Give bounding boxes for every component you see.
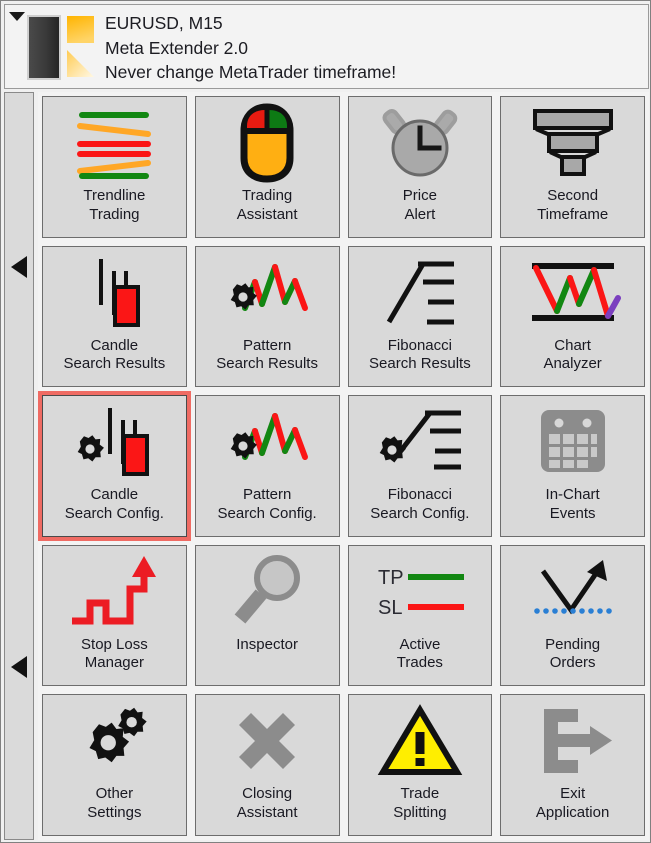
mouse-icon [196,97,339,187]
tile-label: Fibonacci Search Results [369,336,471,373]
gear-zigzag-icon [196,247,339,337]
header-text-block: EURUSD, M15 Meta Extender 2.0 Never chan… [105,11,396,85]
tile-second-timeframe[interactable]: Second Timeframe [496,92,649,242]
tile-pattern-search-config[interactable]: Pattern Search Config. [191,391,344,541]
tile-active-trades[interactable]: TP SL Active Trades [344,541,497,691]
alarm-clock-icon [349,97,492,187]
header-warning-text: Never change MetaTrader timeframe! [105,62,397,82]
triangle-left-icon[interactable] [11,256,27,278]
tile-label: Trading Assistant [236,187,298,223]
meta-extender-panel: EURUSD, M15 Meta Extender 2.0 Never chan… [0,0,651,843]
left-scroll-sidebar[interactable] [4,92,34,840]
tile-label: Candle Search Results [63,336,166,373]
pending-arrow-icon [501,546,644,636]
magnifier-icon [196,546,339,636]
tile-trade-splitting[interactable]: Trade Splitting [344,690,497,840]
tile-label: Active Trades [396,635,443,672]
tile-label: Inspector [236,635,298,653]
tile-label: Trendline Trading [83,187,146,223]
tile-stop-loss-manager[interactable]: Stop Loss Manager [38,541,191,691]
meta-extender-logo [23,12,95,80]
tile-label: Chart Analyzer [543,336,602,373]
tile-pattern-search-results[interactable]: Pattern Search Results [191,242,344,392]
cross-x-icon [196,695,339,785]
header-symbol-timeframe: EURUSD, M15 [105,13,223,33]
tile-label: Candle Search Config. [64,486,164,522]
staircase-arrow-icon [43,546,186,636]
tile-pending-orders[interactable]: Pending Orders [496,541,649,691]
tile-label: Exit Application [535,785,610,821]
tile-trendline-trading[interactable]: Trendline Trading [38,92,191,242]
sl-label: SL [378,597,402,619]
fibonacci-lines-icon [349,247,492,337]
tile-price-alert[interactable]: Price Alert [344,92,497,242]
gear-fibonacci-icon [349,396,492,486]
exit-arrow-icon [501,695,644,785]
gear-candlestick-icon [43,396,186,486]
chart-analyzer-icon [501,247,644,337]
tile-label: Price Alert [402,187,437,223]
tile-other-settings[interactable]: Other Settings [38,690,191,840]
tile-fibonacci-search-results[interactable]: Fibonacci Search Results [344,242,497,392]
tile-in-chart-events[interactable]: In-Chart Events [496,391,649,541]
trendline-lines-icon [43,97,186,187]
tile-label: Pattern Search Config. [217,486,317,522]
header-bar: EURUSD, M15 Meta Extender 2.0 Never chan… [4,4,649,89]
tile-label: Pattern Search Results [216,336,318,373]
tile-exit-application[interactable]: Exit Application [496,690,649,840]
tile-label: Fibonacci Search Config. [370,486,470,522]
tile-inspector[interactable]: Inspector [191,541,344,691]
tile-chart-analyzer[interactable]: Chart Analyzer [496,242,649,392]
triangle-left-icon[interactable] [11,656,27,678]
tp-sl-lines-icon: TP SL [349,546,492,636]
tile-candle-search-results[interactable]: Candle Search Results [38,242,191,392]
tile-fibonacci-search-config[interactable]: Fibonacci Search Config. [344,391,497,541]
tile-label: Second Timeframe [537,187,609,223]
gear-zigzag-icon [196,396,339,486]
tp-label: TP [378,567,404,589]
warning-triangle-icon [349,695,492,785]
tile-trading-assistant[interactable]: Trading Assistant [191,92,344,242]
calendar-icon [501,396,644,486]
tool-grid: Trendline Trading Trading Assistant Pric… [38,92,649,840]
double-gear-icon [43,695,186,785]
funnel-stack-icon [501,97,644,187]
header-product-name: Meta Extender 2.0 [105,37,248,58]
tile-closing-assistant[interactable]: Closing Assistant [191,690,344,840]
tile-candle-search-config[interactable]: Candle Search Config. [38,391,191,541]
tile-label: Stop Loss Manager [81,635,148,672]
tile-label: Closing Assistant [236,785,298,821]
tile-label: In-Chart Events [545,486,600,522]
tile-label: Trade Splitting [393,785,447,821]
tile-label: Pending Orders [545,635,601,672]
tile-label: Other Settings [87,785,142,821]
candlestick-icon [43,247,186,337]
